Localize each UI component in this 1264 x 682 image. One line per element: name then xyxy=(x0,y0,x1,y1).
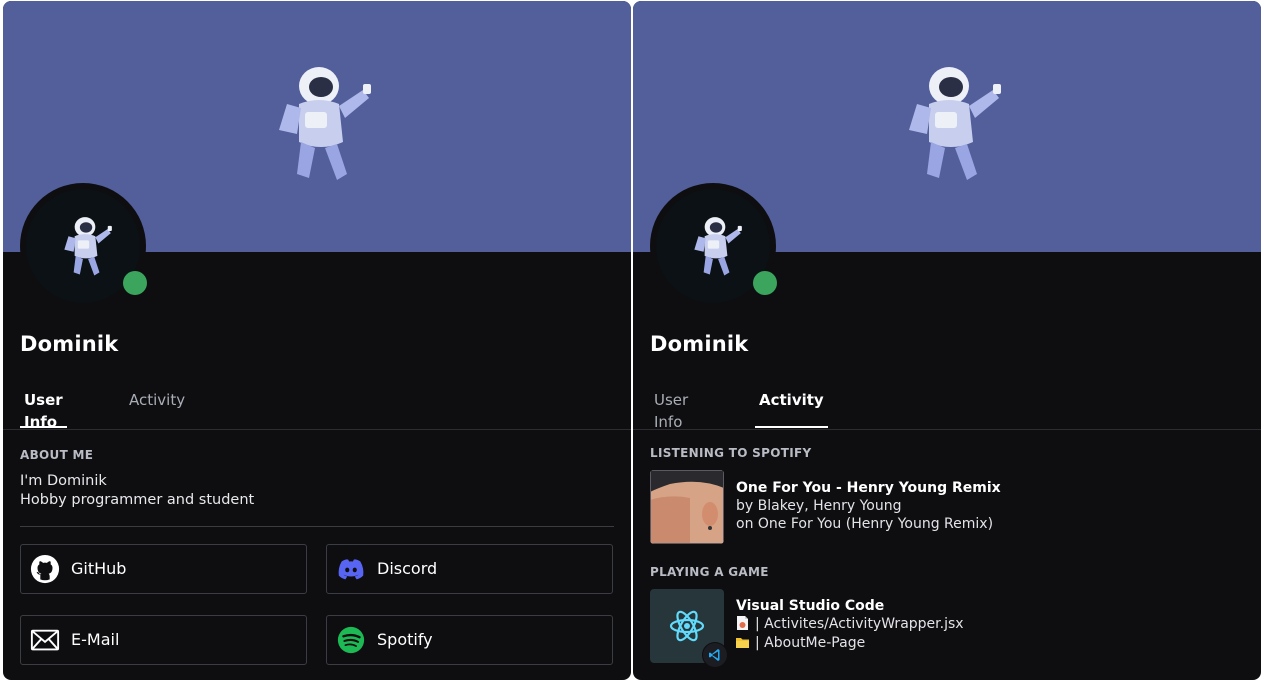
track-title: One For You - Henry Young Remix xyxy=(736,480,1001,496)
tab-user-info[interactable]: User Info xyxy=(20,389,67,431)
game-thumbnail xyxy=(650,589,728,668)
tabs-divider xyxy=(633,429,1261,430)
tab-activity[interactable]: Activity xyxy=(125,389,189,429)
spotify-icon xyxy=(337,626,365,654)
avatar-frame xyxy=(20,183,147,309)
email-label: E-Mail xyxy=(71,630,120,649)
mail-icon xyxy=(30,629,60,651)
discord-label: Discord xyxy=(377,559,438,578)
github-icon xyxy=(30,554,60,584)
spotify-link-button[interactable]: Spotify xyxy=(326,615,613,665)
file-path: | Activites/ActivityWrapper.jsx xyxy=(755,616,964,632)
game-file-line: | Activites/ActivityWrapper.jsx xyxy=(736,616,964,632)
track-artists: by Blakey, Henry Young xyxy=(736,498,902,514)
game-workspace-line: | AboutMe-Page xyxy=(736,635,865,651)
folder-icon xyxy=(736,638,749,648)
discord-link-button[interactable]: Discord xyxy=(326,544,613,594)
album-cover-image xyxy=(650,470,724,544)
username: Dominik xyxy=(20,332,119,356)
game-section-heading: PLAYING A GAME xyxy=(650,565,769,579)
profile-card-user-info: Dominik User Info Activity ABOUT ME I'm … xyxy=(3,1,631,680)
vscode-icon xyxy=(702,642,728,668)
username: Dominik xyxy=(650,332,749,356)
about-me-heading: ABOUT ME xyxy=(20,448,94,462)
about-line-2: Hobby programmer and student xyxy=(20,492,255,508)
email-link-button[interactable]: E-Mail xyxy=(20,615,307,665)
avatar-astronaut-icon xyxy=(64,217,112,276)
discord-icon xyxy=(338,559,364,580)
game-name: Visual Studio Code xyxy=(736,598,885,614)
tabs-divider xyxy=(3,429,631,430)
astronaut-illustration xyxy=(909,67,1001,180)
github-link-button[interactable]: GitHub xyxy=(20,544,307,594)
track-album: on One For You (Henry Young Remix) xyxy=(736,516,994,532)
avatar-frame xyxy=(650,183,777,309)
workspace-name: | AboutMe-Page xyxy=(755,635,866,651)
spotify-label: Spotify xyxy=(377,630,433,649)
jsx-file-icon xyxy=(737,616,748,630)
online-status-indicator xyxy=(753,271,777,295)
github-label: GitHub xyxy=(71,559,127,578)
profile-card-activity: Dominik User Info Activity LISTENING TO … xyxy=(633,1,1261,680)
album-cover xyxy=(650,470,724,544)
online-status-indicator xyxy=(123,271,147,295)
spotify-section-heading: LISTENING TO SPOTIFY xyxy=(650,446,812,460)
about-line-1: I'm Dominik xyxy=(20,473,107,489)
avatar-astronaut-icon xyxy=(694,217,742,276)
tab-activity[interactable]: Activity xyxy=(755,389,828,429)
about-divider xyxy=(20,526,614,527)
astronaut-illustration xyxy=(279,67,371,180)
tab-user-info[interactable]: User Info xyxy=(650,389,692,431)
